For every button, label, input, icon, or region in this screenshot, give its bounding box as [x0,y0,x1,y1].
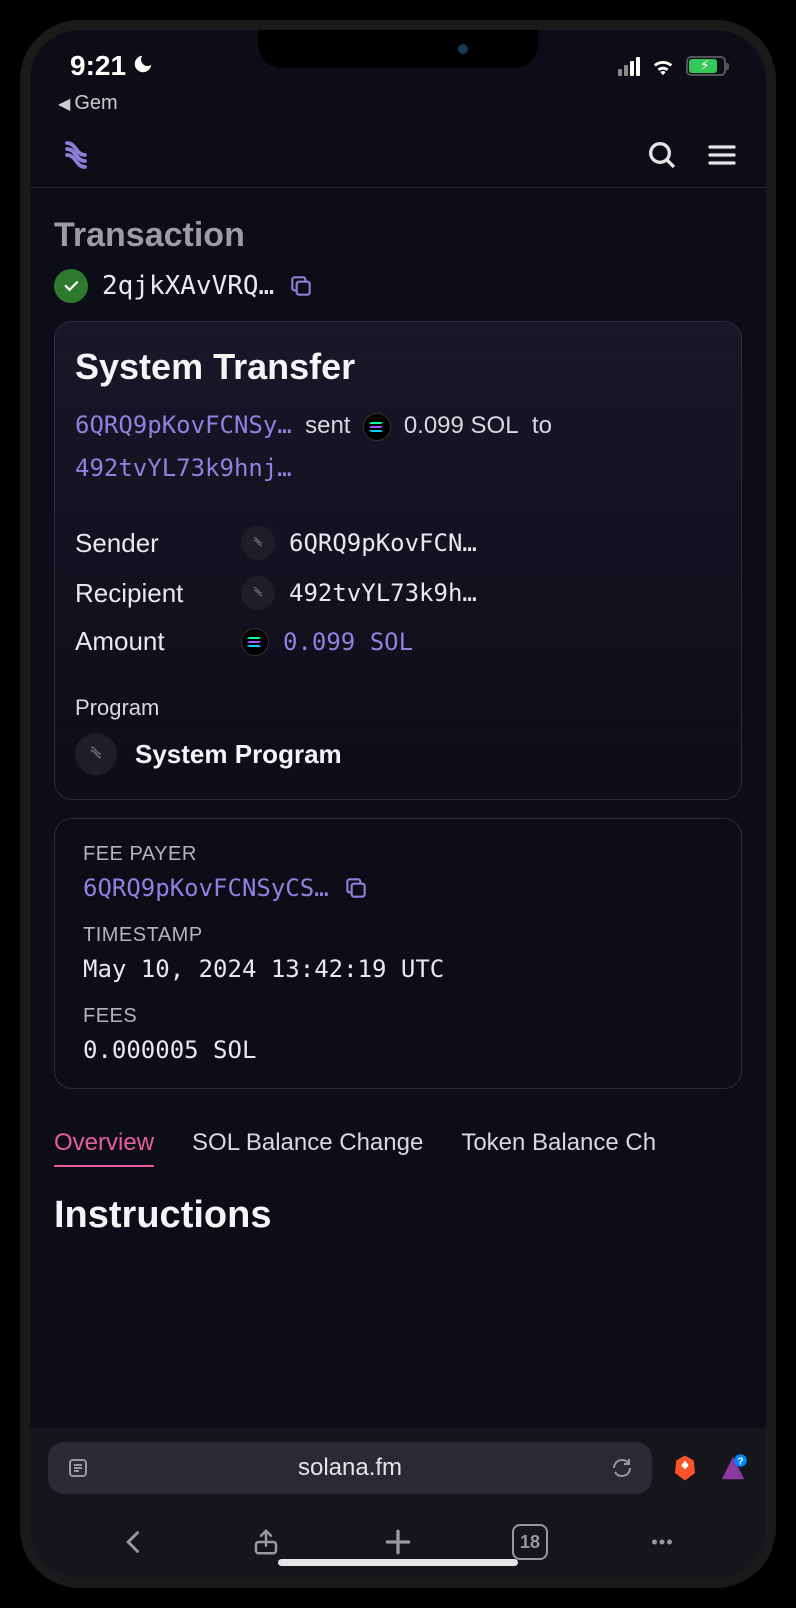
detail-tabs: Overview SOL Balance Change Token Balanc… [54,1121,742,1168]
sender-row: Sender 6QRQ9pKovFCN… [75,518,721,568]
page-title: Transaction [54,216,742,255]
back-app-label: Gem [74,92,117,115]
amount-row: Amount 0.099 SOL [75,618,721,665]
sol-icon [241,628,269,656]
tab-sol-balance-change[interactable]: SOL Balance Change [192,1121,423,1167]
share-button[interactable] [248,1524,284,1560]
status-time: 9:21 [70,50,126,82]
tabs-count: 18 [520,1532,540,1553]
page-content: Transaction 2qjkXAvVRQ… System Transfer … [30,188,766,1428]
recipient-label: Recipient [75,578,225,609]
menu-icon[interactable] [706,139,738,171]
svg-text:?: ? [737,1456,743,1467]
fee-payer-label: FEE PAYER [83,843,713,866]
program-section: Program System Program [75,695,721,775]
meta-card: FEE PAYER 6QRQ9pKovFCNSyCS… TIMESTAMP Ma… [54,818,742,1089]
fees-label: FEES [83,1005,713,1028]
url-bar[interactable]: solana.fm [48,1442,652,1494]
cellular-icon [618,57,640,76]
back-button[interactable] [116,1524,152,1560]
wallet-icon [241,526,275,560]
program-name: System Program [135,739,342,770]
moon-icon [132,50,154,82]
reload-icon[interactable] [610,1456,634,1480]
sol-icon [363,413,391,441]
reader-mode-icon[interactable] [66,1456,90,1480]
browser-chrome: solana.fm ? 18 [30,1428,766,1578]
timestamp-value: May 10, 2024 13:42:19 UTC [83,955,713,983]
copy-icon[interactable] [288,273,314,299]
timestamp-label: TIMESTAMP [83,924,713,947]
transaction-hash[interactable]: 2qjkXAvVRQ… [102,271,274,301]
fees-value: 0.000005 SOL [83,1036,713,1064]
recipient-value[interactable]: 492tvYL73k9h… [289,579,477,607]
tab-token-balance-change[interactable]: Token Balance Ch [461,1121,656,1167]
transfer-title: System Transfer [75,346,721,388]
to-address-link[interactable]: 492tvYL73k9hnj… [75,454,292,482]
solana-fm-logo[interactable] [58,137,94,173]
program-value[interactable]: System Program [75,733,721,775]
amount-label: Amount [75,626,225,657]
sender-label: Sender [75,528,225,559]
more-button[interactable] [644,1524,680,1560]
wallet-icon [241,576,275,610]
instructions-title: Instructions [54,1194,742,1237]
back-to-app-button[interactable]: ◀ Gem [30,90,766,123]
copy-icon[interactable] [343,875,369,901]
battery-icon: ⚡︎ [686,56,726,76]
app-header [30,123,766,188]
search-icon[interactable] [646,139,678,171]
program-label: Program [75,695,721,721]
from-address-link[interactable]: 6QRQ9pKovFCNSy… [75,411,292,439]
url-text: solana.fm [90,1454,610,1482]
fee-payer-value[interactable]: 6QRQ9pKovFCNSyCS… [83,874,329,902]
transfer-summary: 6QRQ9pKovFCNSy… sent 0.099 SOL to 492tvY… [75,404,721,490]
home-indicator[interactable] [278,1559,518,1566]
verb-sent: sent [305,412,350,439]
wifi-icon [650,56,676,76]
tabs-button[interactable]: 18 [512,1524,548,1560]
success-check-icon [54,269,88,303]
transfer-amount: 0.099 SOL [404,412,519,439]
transfer-card: System Transfer 6QRQ9pKovFCNSy… sent 0.0… [54,321,742,800]
chevron-left-icon: ◀ [58,94,70,114]
new-tab-button[interactable] [380,1524,416,1560]
front-camera [458,44,468,54]
brave-icon[interactable] [670,1453,700,1483]
charging-bolt-icon: ⚡︎ [700,57,710,74]
sender-value[interactable]: 6QRQ9pKovFCN… [289,529,477,557]
tab-overview[interactable]: Overview [54,1121,154,1167]
recipient-row: Recipient 492tvYL73k9h… [75,568,721,618]
transaction-hash-row: 2qjkXAvVRQ… [54,269,742,303]
word-to: to [532,412,552,439]
extension-icon[interactable]: ? [718,1453,748,1483]
notch [258,30,538,68]
program-icon [75,733,117,775]
amount-value: 0.099 SOL [283,628,413,656]
